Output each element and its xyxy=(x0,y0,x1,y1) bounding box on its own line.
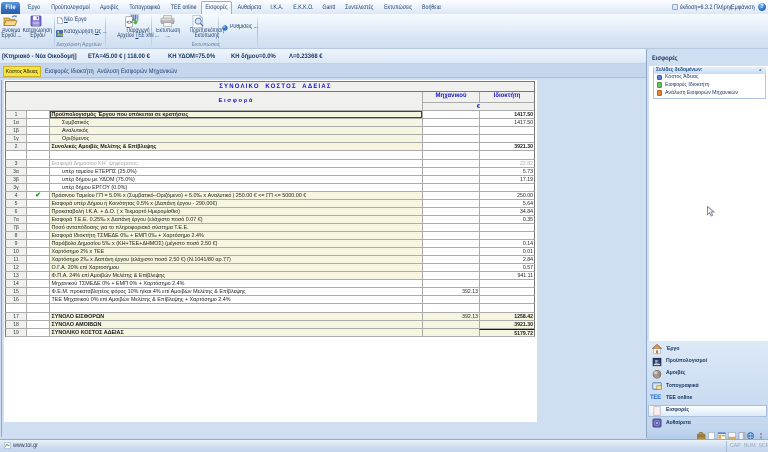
svg-text:E: E xyxy=(655,359,659,365)
svg-text:<>: <> xyxy=(126,20,132,26)
